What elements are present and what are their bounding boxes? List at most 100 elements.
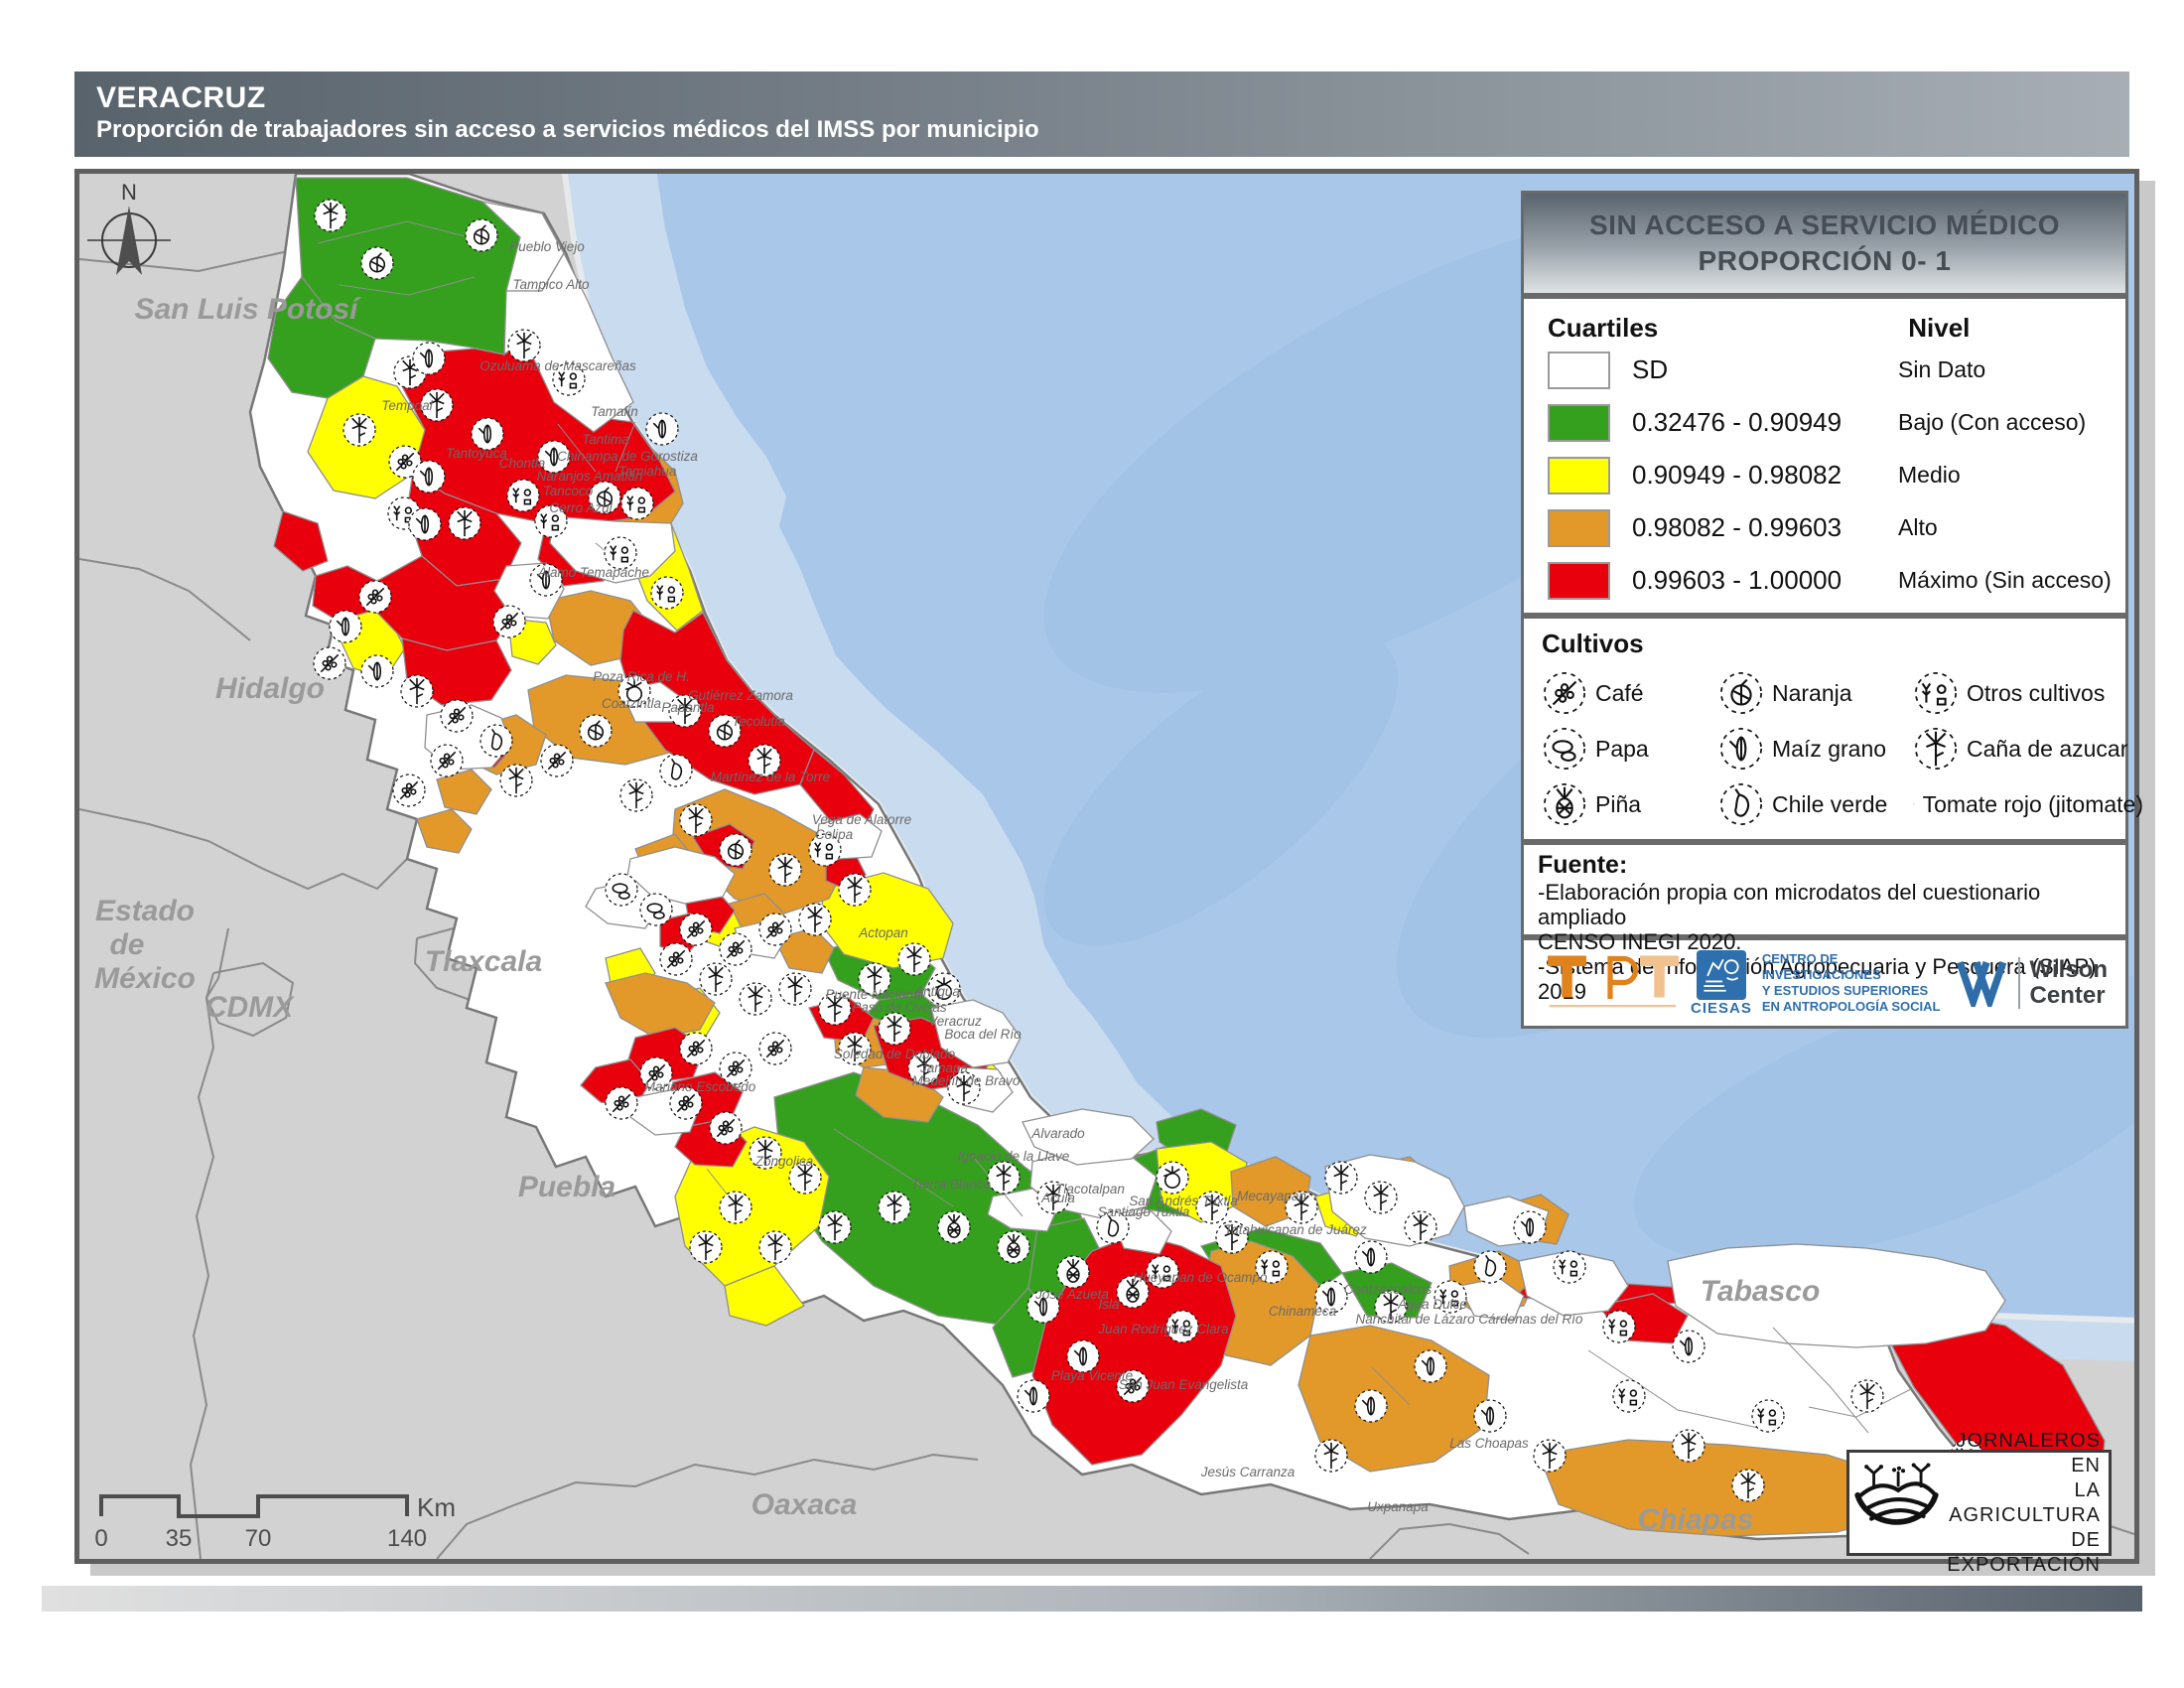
municipality-label: Tierra Blanca [911, 1177, 992, 1192]
maiz-crop-icon [409, 508, 441, 540]
quartile-swatch [1548, 457, 1610, 494]
municipality-label: Chinameca [1269, 1304, 1337, 1319]
svg-text:140: 140 [387, 1525, 427, 1552]
state-label: Estado [95, 895, 195, 927]
otros-crop-icon [1603, 1311, 1635, 1342]
cana-crop-icon [1673, 1430, 1705, 1462]
municipality-label: Jesús Carranza [1200, 1465, 1296, 1479]
cana-crop-icon [315, 200, 346, 231]
municipality-label: Tamiahua [618, 464, 677, 479]
cana-crop-icon [988, 1162, 1020, 1194]
quartile-level: Máximo (Sin acceso) [1898, 567, 2112, 594]
maiz-crop-icon [1415, 1350, 1446, 1382]
quartile-level: Medio [1898, 462, 1961, 489]
otros-crop-icon [1554, 1251, 1585, 1283]
cana-crop-icon [799, 904, 831, 935]
svg-text:0: 0 [94, 1525, 107, 1552]
chile-crop-icon [1474, 1251, 1506, 1283]
municipality-label: Tempoal [381, 398, 433, 413]
page-subtitle: Proporción de trabajadores sin acceso a … [96, 115, 2129, 145]
municipality-label: Álamo Temapache [537, 565, 649, 580]
state-label: de [109, 928, 144, 961]
municipality-label: Pueblo Viejo [509, 239, 585, 254]
municipality-label: Acula [1040, 1191, 1075, 1205]
cultivo-label: Piña [1595, 791, 1641, 818]
cultivo-item: Chile verde [1718, 776, 1913, 832]
quartile-level: Bajo (Con acceso) [1898, 409, 2086, 436]
state-label: México [94, 962, 196, 995]
quartile-swatch [1548, 562, 1610, 600]
ciesas-glyph-icon [1697, 950, 1746, 1000]
otros-crop-icon [1613, 1380, 1645, 1412]
pina-crop-icon [1057, 1256, 1089, 1288]
fuente-header: Fuente: [1538, 851, 2125, 880]
cana-crop-icon [449, 507, 480, 539]
quartiles-header: Cuartiles [1548, 313, 1658, 344]
quartile-swatch [1548, 352, 1610, 389]
quartile-row: SDSin Dato [1548, 344, 2125, 396]
cana-crop-icon [401, 675, 433, 707]
cafe-crop-icon [660, 943, 692, 975]
municipality-label: Colipa [815, 827, 854, 842]
municipality-label: Mecayapan [1237, 1189, 1306, 1203]
municipality-label: Zongolica [754, 1154, 814, 1169]
cultivo-item: Papa [1542, 721, 1718, 776]
legend-fuente: Fuente: -Elaboración propia con microdat… [1521, 842, 2128, 937]
cultivos-grid: CaféNaranjaOtros cultivosPapaMaíz granoC… [1542, 665, 2125, 832]
maiz-crop-icon [1474, 1400, 1506, 1432]
cana-crop-icon [819, 1211, 851, 1243]
cafe-crop-icon [759, 1033, 791, 1064]
pina-crop-icon [938, 1211, 970, 1243]
ciesas-line: EN ANTROPOLOGÍA SOCIAL [1762, 999, 1957, 1015]
municipality-label: Poza Rica de H. [593, 669, 690, 684]
pina-crop-icon [998, 1231, 1029, 1263]
maiz-crop-icon [1673, 1331, 1705, 1362]
tpt-logo [1542, 948, 1691, 1019]
quartile-swatch [1548, 509, 1610, 547]
municipality-label: Antigua [913, 984, 960, 999]
municipality-label: Tantima [582, 432, 629, 447]
quartile-rows: SDSin Dato0.32476 - 0.90949Bajo (Con acc… [1548, 344, 2125, 607]
otros-crop-icon [1752, 1400, 1784, 1432]
cafe-crop-icon [606, 1087, 637, 1119]
municipality-label: Chinampa de Gorostiza [557, 449, 698, 464]
maiz-crop-icon [1355, 1241, 1387, 1273]
legend-title-line1: SIN ACCESO A SERVICIO MÉDICO [1589, 208, 2060, 243]
municipality-label: Tantoyuca [446, 446, 507, 461]
jornaleros-logo: JORNALEROS EN LA AGRICULTURA DE EXPORTAC… [1846, 1450, 2112, 1556]
cana-crop-icon [508, 330, 540, 361]
papa-crop-icon [640, 894, 672, 925]
municipality-label: Tatahuicapan de Juárez [1224, 1222, 1367, 1237]
cana-crop-icon [690, 1231, 722, 1263]
maiz-grano-icon [1718, 726, 1764, 772]
municipality-label: Coatzintla [602, 696, 662, 711]
naranja-crop-icon [580, 715, 612, 747]
wilson-center-logo: Wilson Center [1957, 957, 2108, 1009]
tomate-rojo-icon [1913, 781, 1915, 827]
svg-text:35: 35 [166, 1525, 193, 1552]
cana-crop-icon [879, 1013, 910, 1045]
cana-crop-icon [839, 874, 871, 906]
naranja-crop-icon [361, 247, 393, 279]
cultivo-label: Maíz grano [1772, 736, 1886, 763]
map-canvas: Pueblo ViejoTampico AltoOzuluama de Masc… [74, 169, 2139, 1564]
quartile-range: 0.90949 - 0.98082 [1632, 460, 1898, 491]
state-label: Chiapas [1638, 1503, 1754, 1536]
ciesas-logo: CIESAS CENTRO DE INVESTIGACIONESY ESTUDI… [1691, 950, 1957, 1017]
municipality-label: Boca del Río [944, 1027, 1022, 1042]
cana-crop-icon [740, 983, 771, 1015]
svg-text:70: 70 [245, 1525, 272, 1552]
municipality-label: Ozuluama de Mascareñas [479, 358, 636, 373]
cana-crop-icon [1732, 1470, 1764, 1501]
cana-crop-icon [1315, 1440, 1347, 1472]
svg-text:N: N [121, 180, 137, 205]
municipality-label: Actopan [858, 925, 908, 940]
cana-crop-icon [620, 779, 652, 811]
municipality-label: Martínez de la Torre [711, 770, 830, 784]
municipality-label: Tecolutla [732, 714, 785, 729]
cafe-crop-icon [441, 700, 473, 732]
quartile-swatch [1548, 404, 1610, 442]
cultivo-item: Caña de azucar [1913, 721, 2143, 776]
cana-crop-icon [1405, 1211, 1436, 1243]
ciesas-line: Y ESTUDIOS SUPERIORES [1762, 983, 1957, 999]
